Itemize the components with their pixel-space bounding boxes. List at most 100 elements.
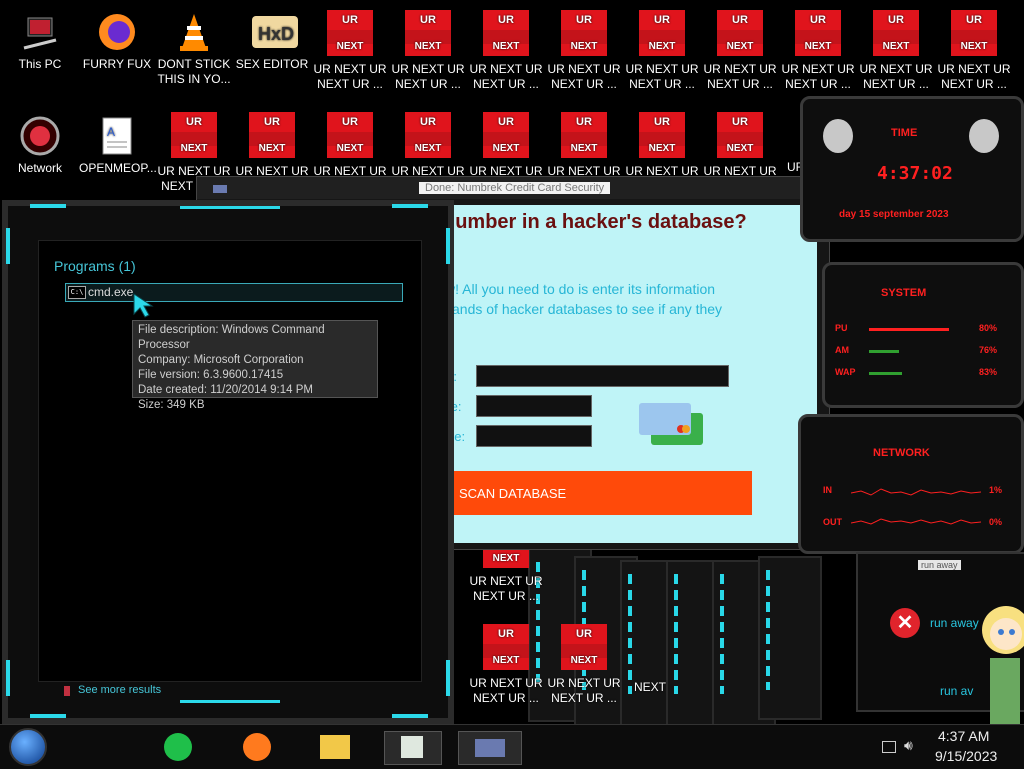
- security-code-input[interactable]: [476, 425, 592, 447]
- frame-accent: [30, 204, 66, 208]
- time-gadget-title: TIME: [891, 127, 918, 139]
- taskbar-time[interactable]: 4:37 AM: [938, 728, 989, 744]
- ur-next-icon: UR NEXT: [483, 10, 529, 56]
- ur-next-icon: UR NEXT: [639, 112, 685, 158]
- frame-accent: [392, 714, 428, 718]
- tooltip-line: File version: 6.3.9600.17415: [138, 369, 284, 381]
- swap-bar: [869, 372, 903, 375]
- taskbar: 🔊︎ 4:37 AM 9/15/2023: [0, 724, 1024, 769]
- scam-window-taskbar-icon[interactable]: [458, 731, 522, 765]
- network-graph: [850, 483, 983, 532]
- desktop-icon-label-l1: UR NEXT UR: [547, 62, 621, 76]
- notepad-window-icon[interactable]: [384, 731, 442, 765]
- ur-next-icon: UR NEXT: [327, 112, 373, 158]
- hxd-editor-icon: HxD: [250, 10, 298, 54]
- dialog-button[interactable]: run av: [940, 684, 973, 698]
- frame-accent: [446, 660, 450, 696]
- ur-next-icon: UR NEXT: [951, 10, 997, 56]
- ur-next-shortcut[interactable]: URNEXT UR NEXT URNEXT UR ...: [468, 2, 544, 92]
- scam-paragraph-line2: sands of hacker databases to see if any …: [445, 301, 723, 317]
- ur-next-shortcut[interactable]: NEXT: [614, 680, 674, 695]
- ur-next-shortcut[interactable]: UR NEXT UR NEXT UR NEXT UR ...: [468, 616, 544, 706]
- ur-next-shortcut[interactable]: UR NEXT UR NEXT UR NEXT UR ...: [546, 616, 622, 706]
- desktop-icon-label-l1: UR NEXT UR: [469, 676, 543, 690]
- frame-accent: [6, 660, 10, 696]
- file-info-tooltip: File description: Windows Command Proces…: [132, 320, 378, 411]
- desktop-icon-furry-fux[interactable]: FURRY FUX: [79, 4, 155, 72]
- cpu-label: PU: [835, 323, 848, 333]
- ur-next-icon: UR NEXT: [405, 10, 451, 56]
- desktop-icon-label-l1: UR NEXT UR: [625, 62, 699, 76]
- desktop-icon-label-l1: UR NEXT UR: [313, 62, 387, 76]
- card-number-input[interactable]: [476, 365, 729, 387]
- volume-icon[interactable]: 🔊︎: [904, 737, 913, 754]
- ur-next-icon: UR NEXT: [717, 112, 763, 158]
- time-gadget[interactable]: TIME 4:37:02 day 15 september 2023: [800, 96, 1024, 242]
- ur-next-shortcut[interactable]: URNEXT UR NEXT URNEXT UR ...: [780, 2, 856, 92]
- window-title: Done: Numbrek Credit Card Security: [419, 182, 611, 194]
- net-out-value: 0%: [989, 517, 1003, 527]
- desktop-icon-label-l2: NEXT UR ...: [941, 77, 1007, 91]
- network-gadget[interactable]: NETWORK IN 1% OUT 0%: [798, 414, 1024, 554]
- ur-next-icon: UR NEXT: [561, 112, 607, 158]
- ur-next-shortcut[interactable]: URNEXT UR NEXT URNEXT UR ...: [312, 2, 388, 92]
- ur-next-shortcut[interactable]: URNEXT UR NEXT URNEXT UR ...: [858, 2, 934, 92]
- desktop-icon-label-l2: NEXT UR ...: [707, 77, 773, 91]
- desktop-icon-label-l1: UR NEXT UR: [547, 676, 621, 690]
- error-icon: ✕: [890, 608, 920, 638]
- system-gadget[interactable]: SYSTEM PU 80% AM 76% WAP 83%: [822, 262, 1024, 408]
- green-app-icon[interactable]: [162, 731, 196, 763]
- start-orb-icon[interactable]: [9, 728, 47, 766]
- swap-value: 83%: [979, 367, 998, 377]
- start-menu-panel[interactable]: [2, 200, 454, 724]
- desktop-icon-label: FURRY FUX: [82, 57, 152, 71]
- frame-accent: [30, 714, 66, 718]
- ur-next-shortcut[interactable]: URNEXT UR NEXT URNEXT UR ...: [546, 2, 622, 92]
- tooltip-line: File description: Windows Command Proces…: [138, 324, 325, 351]
- window-titlebar[interactable]: Done: Numbrek Credit Card Security: [197, 177, 829, 199]
- swap-label: WAP: [835, 367, 856, 377]
- cartoon-character-image: [976, 598, 1024, 729]
- ur-next-icon: UR NEXT: [561, 10, 607, 56]
- date-display: day 15 september 2023: [839, 209, 949, 220]
- desktop-icon-label-l1: UR NEXT UR: [859, 62, 933, 76]
- ur-next-icon: UR NEXT: [249, 112, 295, 158]
- desktop-icon-sex-editor[interactable]: HxD SEX EDITOR: [234, 4, 310, 72]
- taskbar-date[interactable]: 9/15/2023: [935, 748, 997, 764]
- ur-next-shortcut[interactable]: URNEXT UR NEXT URNEXT UR ...: [702, 2, 778, 92]
- desktop-icon-label-l2: NEXT UR ...: [785, 77, 851, 91]
- network-tray-icon[interactable]: [882, 741, 896, 753]
- see-more-results-link[interactable]: See more results: [78, 684, 161, 696]
- ur-next-shortcut[interactable]: URNEXT UR NEXT URNEXT UR ...: [390, 2, 466, 92]
- desktop-icon-label: This PC: [18, 57, 62, 71]
- cpu-value: 80%: [979, 323, 998, 333]
- firefox-icon[interactable]: [241, 731, 275, 763]
- system-gadget-title: SYSTEM: [881, 287, 927, 299]
- alien-head-icon: [823, 119, 853, 153]
- ur-next-shortcut[interactable]: NEXT UR NEXT UR NEXT UR ...: [468, 548, 544, 604]
- file-explorer-icon[interactable]: [318, 731, 352, 763]
- desktop-icon-openmeop[interactable]: A OPENMEOP...: [79, 108, 157, 176]
- desktop-icon-network[interactable]: Network: [2, 108, 78, 176]
- firefox-icon: [95, 10, 139, 54]
- frame-accent: [180, 206, 280, 209]
- ur-next-shortcut[interactable]: URNEXT UR NEXT URNEXT UR ...: [624, 2, 700, 92]
- expiry-input[interactable]: [476, 395, 592, 417]
- desktop-icon-label-l2: NEXT UR ...: [551, 691, 617, 705]
- desktop-icon-label-l1: DONT STICK: [157, 57, 231, 71]
- desktop-icon-label-l2: NEXT UR ...: [629, 77, 695, 91]
- search-result-cmd[interactable]: C:\ cmd.exe: [65, 283, 403, 302]
- net-in-value: 1%: [989, 485, 1003, 495]
- scan-database-button[interactable]: SCAN DATABASE: [451, 471, 752, 515]
- desktop-icon-label-l1: UR NEXT UR: [781, 62, 855, 76]
- ur-next-icon: UR NEXT: [483, 112, 529, 158]
- dialog-title: run away: [918, 560, 961, 570]
- desktop-icon-label-l1: UR NEXT UR: [469, 62, 543, 76]
- desktop-icon-dont-stick[interactable]: DONT STICK THIS IN YO...: [156, 4, 232, 87]
- ur-next-shortcut[interactable]: URNEXT UR NEXT URNEXT UR ...: [936, 2, 1012, 92]
- desktop-icon-this-pc[interactable]: This PC: [2, 4, 78, 72]
- ram-bar: [869, 350, 900, 353]
- frame-accent: [392, 204, 428, 208]
- desktop-icon-label-l1: UR NEXT UR: [391, 62, 465, 76]
- tooltip-line: Size: 349 KB: [138, 399, 205, 411]
